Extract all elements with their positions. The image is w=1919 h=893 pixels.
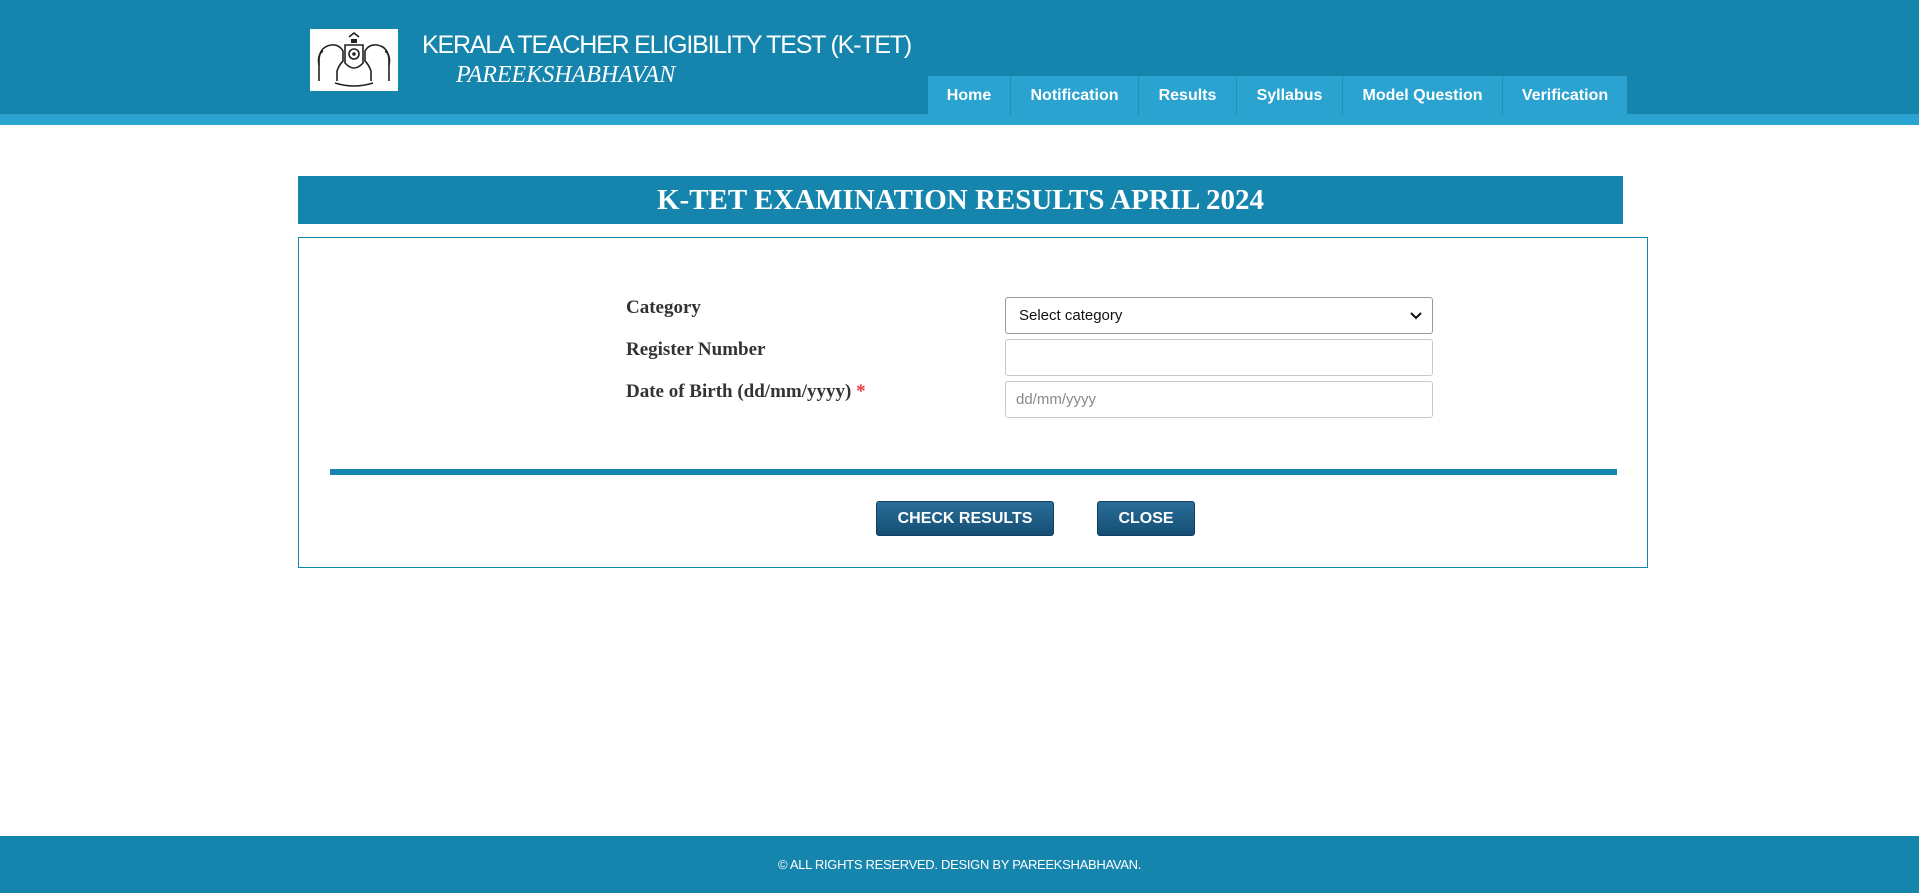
category-label: Category xyxy=(626,297,701,318)
site-subtitle: PAREEKSHABHAVAN xyxy=(456,62,676,88)
site-title: KERALA TEACHER ELIGIBILITY TEST (K-TET) xyxy=(422,31,912,59)
header-band xyxy=(0,114,1919,125)
site-footer: © ALL RIGHTS RESERVED. DESIGN BY PAREEKS… xyxy=(0,836,1919,893)
results-form: Category Select category Register Number… xyxy=(298,237,1648,568)
dob-input[interactable] xyxy=(1005,381,1433,418)
category-select[interactable]: Select category xyxy=(1005,297,1433,334)
required-marker: * xyxy=(856,381,866,402)
category-selected-value: Select category xyxy=(1019,307,1123,324)
close-button[interactable]: CLOSE xyxy=(1097,501,1195,536)
nav-syllabus[interactable]: Syllabus xyxy=(1237,76,1343,115)
register-number-input[interactable] xyxy=(1005,339,1433,376)
page-title: K-TET EXAMINATION RESULTS APRIL 2024 xyxy=(656,183,1264,216)
nav-notification[interactable]: Notification xyxy=(1011,76,1139,115)
dob-label-text: Date of Birth (dd/mm/yyyy) xyxy=(626,381,852,402)
nav-results[interactable]: Results xyxy=(1139,76,1237,115)
check-results-button[interactable]: CHECK RESULTS xyxy=(876,501,1054,536)
register-number-label: Register Number xyxy=(626,339,766,360)
chevron-down-icon xyxy=(1410,311,1422,319)
nav-verification[interactable]: Verification xyxy=(1503,76,1627,115)
footer-text: © ALL RIGHTS RESERVED. DESIGN BY PAREEKS… xyxy=(777,857,1142,872)
dob-label: Date of Birth (dd/mm/yyyy) * xyxy=(626,381,866,403)
page-title-bar: K-TET EXAMINATION RESULTS APRIL 2024 xyxy=(298,176,1623,224)
kerala-emblem-icon xyxy=(310,29,398,91)
main-nav: Home Notification Results Syllabus Model… xyxy=(928,76,1627,115)
nav-home[interactable]: Home xyxy=(928,76,1011,115)
nav-model-question[interactable]: Model Question xyxy=(1343,76,1503,115)
divider xyxy=(330,469,1617,475)
